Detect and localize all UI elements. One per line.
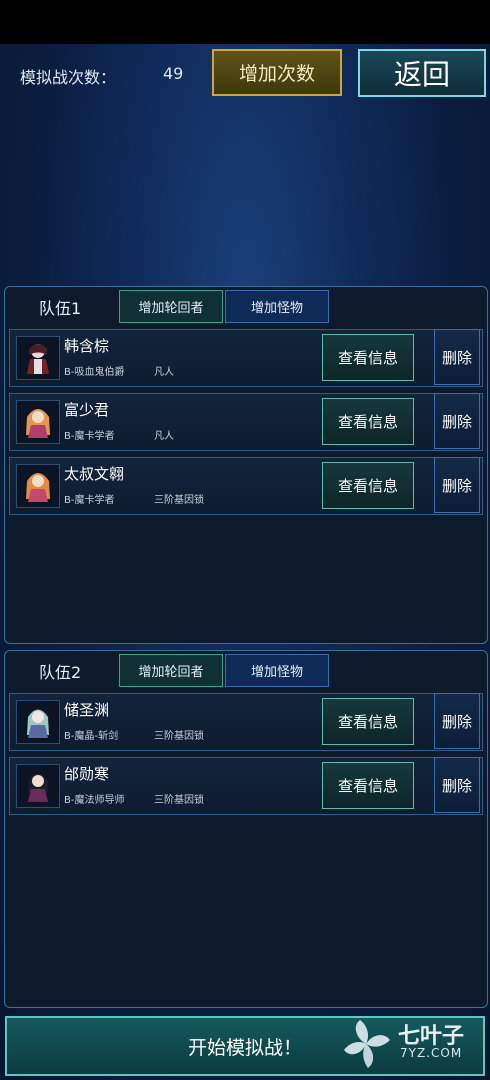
member-rank: 凡人 bbox=[154, 431, 174, 442]
avatar bbox=[16, 464, 60, 508]
avatar bbox=[16, 764, 60, 808]
member-race: B-魔法师导师 bbox=[64, 795, 125, 806]
team-2-add-monster-button[interactable]: 增加怪物 bbox=[225, 654, 329, 687]
character-portrait-icon bbox=[27, 344, 49, 374]
team-2-header: 队伍2 增加轮回者 增加怪物 bbox=[5, 651, 487, 691]
view-info-button[interactable]: 查看信息 bbox=[322, 698, 414, 745]
member-race: B-魔卡学者 bbox=[64, 431, 115, 442]
view-info-button[interactable]: 查看信息 bbox=[322, 762, 414, 809]
member-name: 富少君 bbox=[64, 401, 110, 419]
character-portrait-icon bbox=[27, 709, 49, 738]
view-info-button[interactable]: 查看信息 bbox=[322, 462, 414, 509]
delete-button[interactable]: 删除 bbox=[434, 329, 480, 385]
member-name: 韩含棕 bbox=[64, 337, 110, 355]
character-portrait-icon bbox=[28, 773, 48, 802]
member-row: 储圣渊 B-魔晶-斩剑 三阶基因锁 查看信息 删除 bbox=[9, 693, 483, 751]
delete-button[interactable]: 删除 bbox=[434, 393, 480, 449]
character-portrait-icon bbox=[26, 409, 50, 438]
member-row: 富少君 B-魔卡学者 凡人 查看信息 删除 bbox=[9, 393, 483, 451]
member-row: 太叔文翱 B-魔卡学者 三阶基因锁 查看信息 删除 bbox=[9, 457, 483, 515]
battle-count-label: 模拟战次数： bbox=[20, 68, 117, 87]
add-count-button[interactable]: 增加次数 bbox=[212, 49, 342, 96]
team-1-add-monster-button[interactable]: 增加怪物 bbox=[225, 290, 329, 323]
team-2-panel: 队伍2 增加轮回者 增加怪物 储圣渊 B-魔晶-斩剑 三阶基因锁 查看信息 删除 bbox=[4, 650, 488, 1008]
watermark: 七叶子 7YZ.COM bbox=[338, 1014, 478, 1076]
team-1-header: 队伍1 增加轮回者 增加怪物 bbox=[5, 287, 487, 327]
status-bar bbox=[0, 0, 490, 44]
avatar bbox=[16, 400, 60, 444]
member-race: B-魔晶-斩剑 bbox=[64, 731, 119, 742]
team-2-title: 队伍2 bbox=[39, 663, 82, 682]
leaf-logo-icon bbox=[344, 1020, 390, 1068]
member-rank: 三阶基因锁 bbox=[154, 795, 204, 806]
battle-count-value: 49 bbox=[163, 64, 184, 83]
avatar bbox=[16, 700, 60, 744]
member-row: 邰勋寒 B-魔法师导师 三阶基因锁 查看信息 删除 bbox=[9, 757, 483, 815]
back-button[interactable]: 返回 bbox=[358, 49, 486, 97]
team-1-panel: 队伍1 增加轮回者 增加怪物 韩含棕 B-吸血鬼伯爵 凡人 查看信息 删除 富少… bbox=[4, 286, 488, 644]
delete-button[interactable]: 删除 bbox=[434, 693, 480, 749]
team-2-add-reincarnator-button[interactable]: 增加轮回者 bbox=[119, 654, 223, 687]
member-name: 储圣渊 bbox=[64, 701, 110, 719]
team-1-add-reincarnator-button[interactable]: 增加轮回者 bbox=[119, 290, 223, 323]
member-rank: 三阶基因锁 bbox=[154, 731, 204, 742]
member-race: B-吸血鬼伯爵 bbox=[64, 367, 125, 378]
member-rank: 凡人 bbox=[154, 367, 174, 378]
view-info-button[interactable]: 查看信息 bbox=[322, 398, 414, 445]
view-info-button[interactable]: 查看信息 bbox=[322, 334, 414, 381]
character-portrait-icon bbox=[26, 473, 50, 502]
delete-button[interactable]: 删除 bbox=[434, 457, 480, 513]
top-bar: 模拟战次数： 49 增加次数 返回 bbox=[0, 44, 490, 104]
member-rank: 三阶基因锁 bbox=[154, 495, 204, 506]
member-row: 韩含棕 B-吸血鬼伯爵 凡人 查看信息 删除 bbox=[9, 329, 483, 387]
avatar bbox=[16, 336, 60, 380]
team-1-title: 队伍1 bbox=[39, 299, 82, 318]
watermark-subtext: 7YZ.COM bbox=[400, 1046, 463, 1060]
member-race: B-魔卡学者 bbox=[64, 495, 115, 506]
delete-button[interactable]: 删除 bbox=[434, 757, 480, 813]
member-name: 太叔文翱 bbox=[64, 465, 125, 483]
member-name: 邰勋寒 bbox=[64, 765, 110, 783]
